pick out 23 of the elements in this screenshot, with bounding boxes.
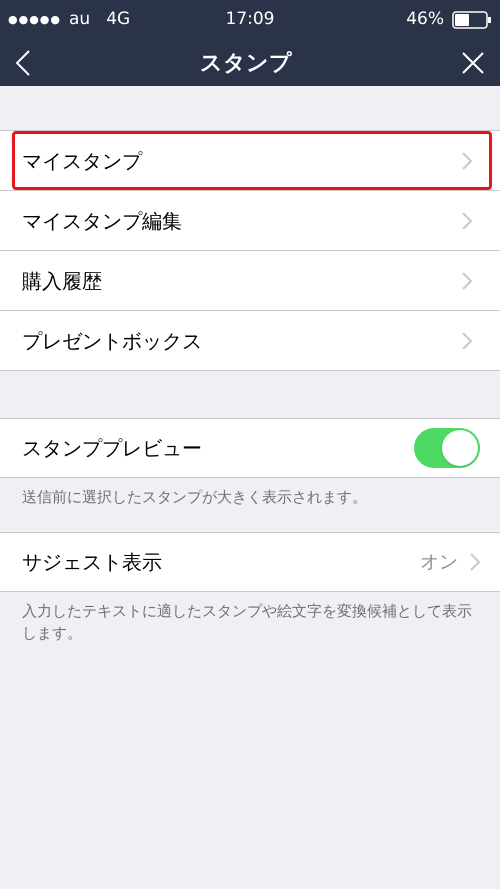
menu-item[interactable]: プレゼントボックス bbox=[12, 311, 492, 370]
clock-time: 17:09 bbox=[226, 8, 274, 32]
chevron-icon bbox=[462, 332, 472, 350]
chevron-icon bbox=[462, 212, 472, 230]
setting-row[interactable]: サジェスト表示 オン bbox=[0, 532, 500, 592]
menu-item[interactable]: 購入履歴 bbox=[12, 251, 492, 310]
setting-note: 送信前に選択したスタンプが大きく表示されます。 bbox=[21, 487, 368, 508]
chevron-icon bbox=[470, 553, 480, 571]
battery-percent: 46% bbox=[406, 8, 444, 32]
signal-strength: ●●●●● bbox=[8, 12, 61, 28]
network-type: 4G bbox=[106, 8, 130, 32]
chevron-icon bbox=[462, 272, 472, 290]
carrier-name: au bbox=[69, 8, 90, 32]
menu-item[interactable]: マイスタンプ編集 bbox=[12, 191, 492, 250]
page-title: スタンプ bbox=[200, 50, 292, 78]
setting-note: 入力したテキストに適したスタンプや絵文字を変換候補として表示します。 bbox=[21, 601, 473, 644]
battery-icon bbox=[452, 11, 492, 29]
chevron-icon bbox=[462, 152, 472, 170]
back-icon bbox=[16, 50, 30, 76]
close-icon bbox=[462, 52, 484, 74]
menu-item[interactable]: マイスタンプ bbox=[12, 131, 492, 190]
toggle-switch[interactable] bbox=[414, 428, 480, 468]
setting-label: スタンププレビュー bbox=[22, 435, 203, 462]
